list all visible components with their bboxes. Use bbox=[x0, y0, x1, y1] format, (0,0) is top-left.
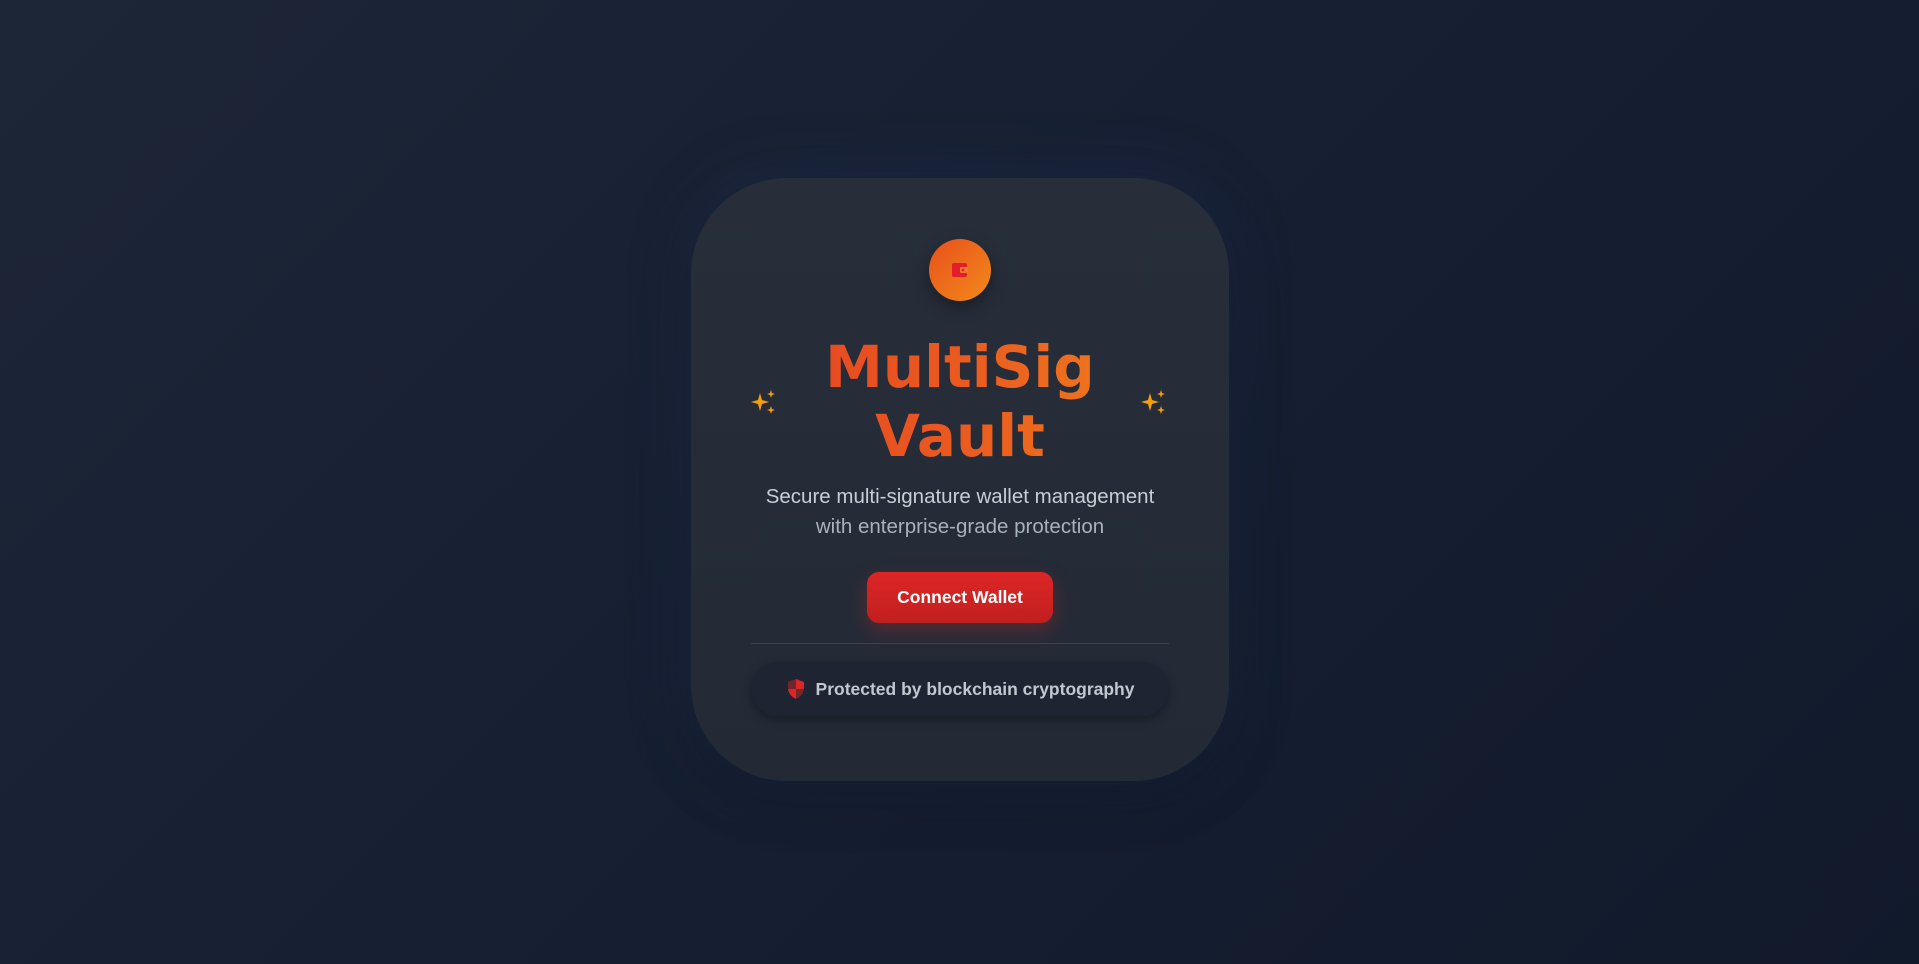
security-badge: Protected by blockchain cryptography bbox=[751, 662, 1169, 716]
security-badge-label: Protected by blockchain cryptography bbox=[815, 678, 1135, 699]
connect-wallet-button[interactable]: Connect Wallet bbox=[867, 572, 1053, 623]
wallet-icon bbox=[952, 263, 968, 277]
subtitle-line-1: Secure multi-signature wallet management bbox=[765, 485, 1155, 508]
logo-badge bbox=[929, 239, 991, 301]
connect-card: MultiSig Vault Secure multi-signature wa… bbox=[691, 178, 1229, 781]
divider bbox=[751, 643, 1169, 644]
subtitle-line-2: with enterprise-grade protection bbox=[815, 515, 1105, 538]
sparkles-icon bbox=[1141, 390, 1165, 414]
shield-icon bbox=[787, 679, 804, 699]
subtitle: Secure multi-signature wallet management… bbox=[691, 482, 1229, 542]
